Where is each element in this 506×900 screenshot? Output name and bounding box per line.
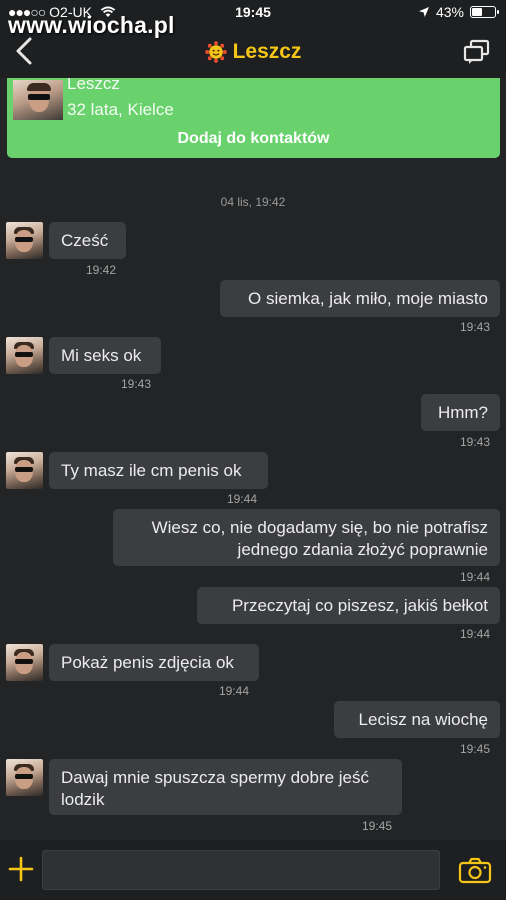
sender-avatar[interactable]: [6, 644, 43, 681]
message-input[interactable]: [42, 850, 440, 890]
status-right: 43%: [418, 4, 499, 20]
chat-title[interactable]: Leszcz: [0, 40, 506, 64]
message-text-line: Wiesz co, nie dogadamy się, bo nie potra…: [151, 518, 488, 537]
message-time: 19:44: [227, 492, 258, 506]
sender-avatar[interactable]: [6, 337, 43, 374]
message-time: 19:43: [460, 320, 491, 334]
message-text-line: jednego zdania złożyć poprawnie: [237, 540, 488, 559]
battery-fill: [472, 8, 483, 16]
sender-avatar[interactable]: [6, 222, 43, 259]
message-bubble-outgoing[interactable]: O siemka, jak miło, moje miasto: [220, 280, 500, 317]
location-arrow-icon: [418, 7, 429, 17]
message-bubble-outgoing[interactable]: Wiesz co, nie dogadamy się, bo nie potra…: [113, 509, 500, 566]
camera-icon[interactable]: [458, 856, 492, 884]
message-time: 19:43: [460, 435, 491, 449]
message-time: 19:44: [219, 684, 250, 698]
message-time: 19:44: [460, 627, 491, 641]
message-bubble-outgoing[interactable]: Hmm?: [421, 394, 500, 431]
message-time: 19:42: [86, 263, 117, 277]
message-text: Lecisz na wiochę: [358, 709, 488, 729]
date-separator: 04 lis, 19:42: [220, 195, 286, 209]
watermark: www.wiocha.pl: [8, 12, 175, 38]
sender-avatar[interactable]: [6, 759, 43, 796]
message-time: 19:44: [460, 570, 491, 584]
message-bubble-incoming[interactable]: Mi seks ok: [49, 337, 161, 374]
sender-avatar[interactable]: [6, 452, 43, 489]
profile-card: Leszcz 32 lata, Kielce Dodaj do kontaktó…: [7, 78, 500, 158]
message-time: 19:43: [121, 377, 152, 391]
profile-name: Leszcz: [67, 78, 120, 93]
message-bubble-outgoing[interactable]: Przeczytaj co piszesz, jakiś bełkot: [197, 587, 500, 624]
message-bubble-incoming[interactable]: Dawaj mnie spuszcza spermy dobre jeść lo…: [49, 759, 402, 815]
battery-icon: [470, 6, 499, 18]
profile-details: 32 lata, Kielce: [67, 100, 174, 119]
message-text: Hmm?: [437, 402, 488, 422]
message-bubble-incoming[interactable]: Cześć: [49, 222, 126, 259]
message-bubble-outgoing[interactable]: Lecisz na wiochę: [334, 701, 500, 738]
message-text: Przeczytaj co piszesz, jakiś bełkot: [231, 595, 488, 615]
message-text: Cześć: [61, 230, 109, 250]
message-time: 19:45: [460, 742, 491, 756]
add-to-contacts-button[interactable]: Dodaj do kontaktów: [7, 130, 500, 148]
message-text-line: lodzik: [61, 790, 105, 809]
message-text: Ty masz ile cm penis ok: [61, 460, 242, 480]
profile-avatar[interactable]: [13, 80, 63, 120]
sun-smiley-icon: [204, 41, 227, 63]
battery-percent: 43%: [435, 4, 464, 20]
message-text-line: Dawaj mnie spuszcza spermy dobre jeść: [61, 768, 370, 787]
message-text: Mi seks ok: [61, 345, 142, 365]
chat-title-label: Leszcz: [232, 40, 302, 63]
switch-windows-icon[interactable]: [462, 38, 492, 66]
message-bubble-incoming[interactable]: Ty masz ile cm penis ok: [49, 452, 268, 489]
message-text: O siemka, jak miło, moje miasto: [248, 288, 488, 308]
plus-icon[interactable]: [8, 856, 34, 882]
composer-bar: [0, 840, 506, 900]
message-bubble-incoming[interactable]: Pokaż penis zdjęcia ok: [49, 644, 259, 681]
message-text: Pokaż penis zdjęcia ok: [61, 652, 234, 672]
message-time: 19:45: [362, 819, 393, 833]
